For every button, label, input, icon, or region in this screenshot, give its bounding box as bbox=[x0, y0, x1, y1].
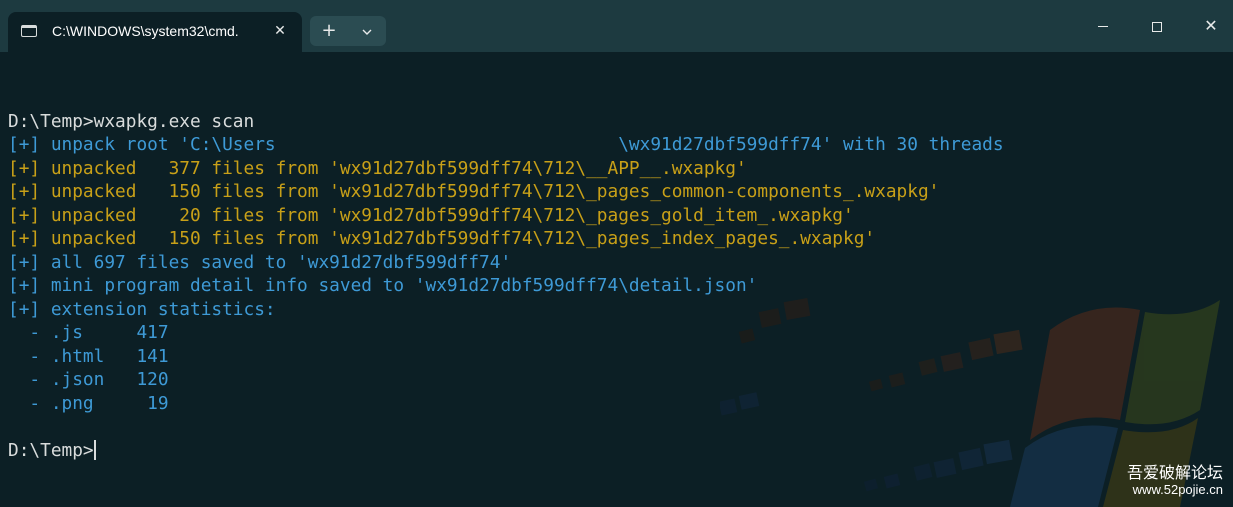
terminal-line: [+] all 697 files saved to 'wx91d27dbf59… bbox=[8, 251, 512, 273]
terminal-line: [+] mini program detail info saved to 'w… bbox=[8, 275, 758, 296]
terminal-output[interactable]: D:\Temp>wxapkg.exe scan [+] unpack root '… bbox=[8, 86, 1223, 462]
tab-title: C:\WINDOWS\system32\cmd. bbox=[52, 23, 239, 39]
title-bar: C:\WINDOWS\system32\cmd. ✕ + ✕ bbox=[0, 0, 1233, 52]
terminal-line: [+] unpack root 'C:\Users \wx91d27dbf599… bbox=[8, 134, 1004, 155]
terminal-line: - .html 141 bbox=[8, 345, 169, 367]
terminal-line: [+] unpacked 150 files from 'wx91d27dbf5… bbox=[8, 228, 876, 249]
site-watermark-name: 吾爱破解论坛 bbox=[1126, 463, 1223, 482]
text-cursor bbox=[93, 439, 96, 460]
terminal-line: D:\Temp>wxapkg.exe scan bbox=[8, 110, 255, 132]
maximize-button[interactable] bbox=[1134, 8, 1180, 44]
terminal-line: - .js 417 bbox=[8, 322, 169, 343]
terminal-line: [+] unpacked 20 files from 'wx91d27dbf59… bbox=[8, 204, 854, 226]
terminal-line: - .json 120 bbox=[8, 369, 169, 390]
new-tab-button[interactable]: + bbox=[310, 16, 348, 46]
chevron-down-icon[interactable] bbox=[348, 16, 386, 46]
site-watermark-url: www.52pojie.cn bbox=[1132, 482, 1223, 497]
minimize-button[interactable] bbox=[1080, 8, 1126, 44]
tab-cmd[interactable]: C:\WINDOWS\system32\cmd. ✕ bbox=[8, 12, 302, 52]
close-button[interactable]: ✕ bbox=[1188, 8, 1233, 44]
terminal-icon bbox=[21, 25, 37, 37]
terminal-line: [+] unpacked 377 files from 'wx91d27dbf5… bbox=[8, 157, 747, 179]
terminal-line: - .png 19 bbox=[8, 392, 169, 414]
minimize-icon bbox=[1098, 26, 1108, 27]
terminal-line: [+] extension statistics: bbox=[8, 298, 276, 320]
new-tab-group: + bbox=[310, 16, 386, 46]
maximize-icon bbox=[1152, 21, 1162, 32]
terminal-line: [+] unpacked 150 files from 'wx91d27dbf5… bbox=[8, 181, 940, 202]
tab-close-icon[interactable]: ✕ bbox=[270, 20, 290, 42]
terminal-line: D:\Temp> bbox=[8, 439, 96, 461]
